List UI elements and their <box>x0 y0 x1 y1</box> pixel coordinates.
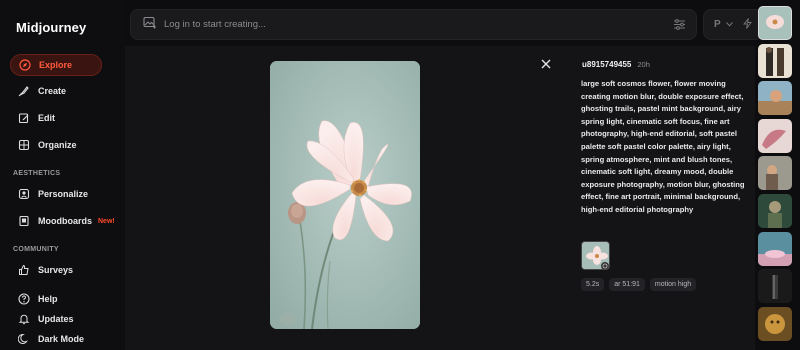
sidebar-item-surveys[interactable]: Surveys <box>10 259 102 281</box>
parameter-chips: 5.2s ar 51:91 motion high <box>581 278 697 291</box>
user-icon <box>18 188 30 200</box>
sidebar-item-label: Create <box>38 86 67 96</box>
parameter-chip: ar 51:91 <box>609 278 645 291</box>
thumbnail[interactable] <box>758 6 792 40</box>
version-label: P <box>714 19 721 30</box>
edit-icon <box>18 112 30 124</box>
sidebar-item-edit[interactable]: Edit <box>10 107 102 129</box>
thumbnail[interactable] <box>758 43 792 78</box>
close-button[interactable] <box>539 57 553 71</box>
post-time: 20h <box>637 60 650 69</box>
moodboard-icon <box>18 215 30 227</box>
new-badge: New! <box>98 217 115 225</box>
sidebar-item-create[interactable]: Create <box>10 80 102 102</box>
author-username[interactable]: u8915749455 <box>582 60 631 69</box>
filters-icon[interactable] <box>673 18 686 36</box>
sidebar-item-label: Moodboards <box>38 216 92 226</box>
sidebar-item-label: Surveys <box>38 265 74 275</box>
parameter-chip: 5.2s <box>581 278 605 291</box>
search-bar[interactable]: Log in to start creating... <box>130 9 697 40</box>
thumbs-up-icon <box>18 264 30 276</box>
sidebar: Midjourney Explore Create Edit Organize … <box>0 0 125 350</box>
bolt-icon[interactable] <box>742 17 752 32</box>
bell-icon <box>18 313 30 325</box>
close-icon <box>539 58 553 75</box>
section-label-aesthetics: AESTHETICS <box>13 170 61 177</box>
sidebar-item-label: Edit <box>38 113 55 123</box>
thumbnail[interactable] <box>758 269 792 304</box>
sidebar-item-explore[interactable]: Explore <box>10 54 102 76</box>
sidebar-item-label: Personalize <box>38 189 89 199</box>
sidebar-item-updates[interactable]: Updates <box>10 308 102 330</box>
sidebar-item-label: Help <box>38 294 58 304</box>
sidebar-item-organize[interactable]: Organize <box>10 134 102 156</box>
grid-icon <box>18 139 30 151</box>
sidebar-item-personalize[interactable]: Personalize <box>10 183 102 205</box>
preview-image <box>270 61 420 329</box>
parameter-chip: motion high <box>649 278 697 291</box>
brand-logo[interactable]: Midjourney <box>16 20 86 35</box>
thumbnail[interactable] <box>758 156 792 191</box>
image-prompt-icon[interactable] <box>143 16 156 34</box>
brush-icon <box>18 85 30 97</box>
thumbnail[interactable] <box>758 81 792 116</box>
sidebar-item-help[interactable]: Help <box>10 288 102 310</box>
sidebar-item-dark-mode[interactable]: Dark Mode <box>10 328 102 350</box>
author-info: u8915749455 20h <box>582 60 650 69</box>
compass-icon <box>19 59 31 71</box>
sidebar-item-label: Updates <box>38 314 74 324</box>
thumbnail-strip <box>758 6 794 344</box>
thumbnail[interactable] <box>758 306 792 341</box>
thumbnail[interactable] <box>758 231 792 266</box>
moon-icon <box>18 333 30 345</box>
section-label-community: COMMUNITY <box>13 246 59 253</box>
thumbnail[interactable] <box>758 118 792 153</box>
sidebar-item-label: Explore <box>39 60 73 70</box>
prompt-text[interactable]: large soft cosmos flower, flower moving … <box>581 78 746 217</box>
chevron-down-icon <box>725 19 733 30</box>
sidebar-item-label: Organize <box>38 140 77 150</box>
sidebar-item-label: Dark Mode <box>38 334 85 344</box>
reference-image-thumb[interactable] <box>581 241 610 270</box>
version-selector[interactable]: P <box>703 9 763 40</box>
help-icon <box>18 293 30 305</box>
thumbnail[interactable] <box>758 193 792 228</box>
search-input[interactable]: Log in to start creating... <box>164 19 266 30</box>
sidebar-item-moodboards[interactable]: Moodboards New! <box>10 210 120 232</box>
